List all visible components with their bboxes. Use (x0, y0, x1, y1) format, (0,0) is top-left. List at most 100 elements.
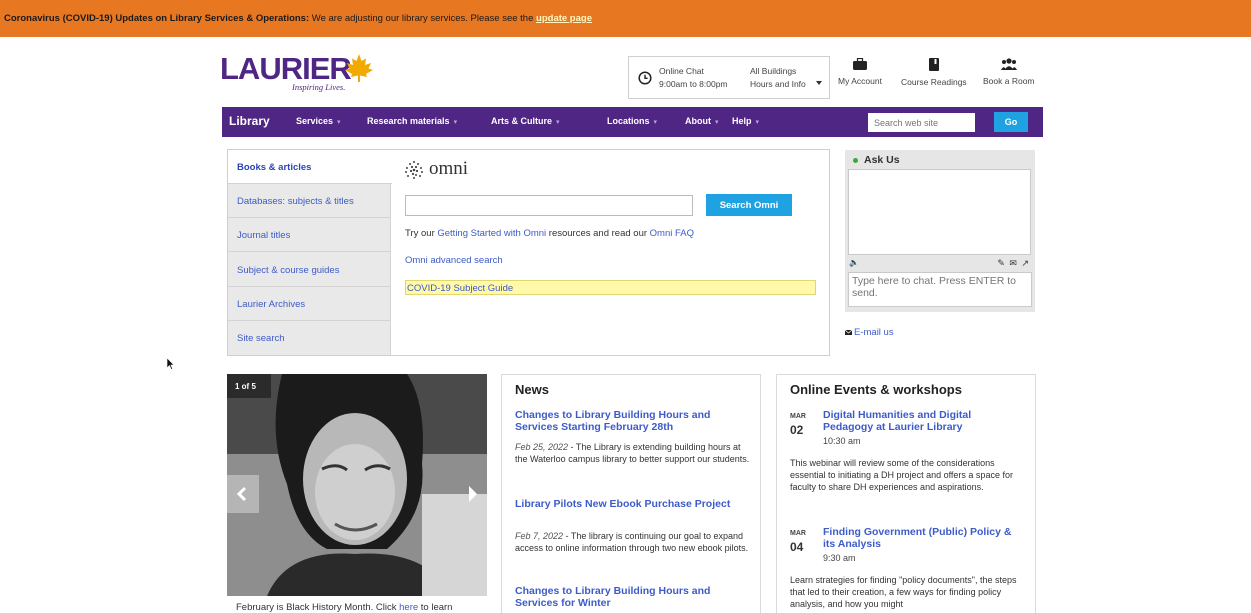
ask-us-title: Ask Us (853, 154, 900, 166)
nav-arts-label: Arts & Culture (491, 116, 553, 126)
online-chat-hours: 9:00am to 8:00pm (659, 79, 728, 89)
chevron-down-icon: ▾ (453, 119, 458, 126)
chevron-right-icon (469, 486, 477, 502)
mouse-cursor-icon (167, 358, 175, 370)
sound-icon[interactable]: 🔈 (849, 258, 859, 267)
news-summary-1: Feb 25, 2022 - The Library is extending … (515, 441, 751, 465)
omni-help-text-1: Try our (405, 228, 438, 239)
nav-research-label: Research materials (367, 116, 450, 126)
carousel-caption: February is Black History Month. Click h… (236, 602, 452, 613)
chevron-down-icon: ▾ (337, 119, 341, 126)
main-nav: Library Services ▾ Research materials ▾ Ar… (222, 107, 1043, 137)
news-headline-1[interactable]: Changes to Library Building Hours and Se… (515, 409, 751, 433)
nav-help[interactable]: Help ▾ (732, 116, 759, 126)
alert-update-link[interactable]: update page (536, 13, 592, 24)
laurier-logo[interactable]: LAURIER Inspiring Lives. (220, 53, 380, 95)
nav-library-home[interactable]: Library (229, 114, 270, 128)
search-panel: Books & articles Databases: subjects & t… (227, 149, 830, 356)
news-headline-2[interactable]: Library Pilots New Ebook Purchase Projec… (515, 498, 751, 510)
carousel-pager[interactable]: 1 of 5 (227, 374, 271, 398)
nav-locations[interactable]: Locations ▾ (607, 116, 657, 126)
news-headline-3[interactable]: Changes to Library Building Hours and Se… (515, 585, 751, 609)
briefcase-icon (852, 58, 867, 70)
maple-leaf-icon (345, 54, 373, 82)
nav-help-label: Help (732, 116, 752, 126)
covid-alert-bar: Coronavirus (COVID-19) Updates on Librar… (0, 0, 1251, 37)
tab-books-articles[interactable]: Books & articles (228, 150, 392, 184)
chevron-down-icon: ▾ (715, 119, 719, 126)
tab-subject-guides[interactable]: Subject & course guides (228, 253, 391, 287)
chevron-down-icon: ▾ (653, 119, 658, 126)
buildings-hours-link[interactable]: Hours and Info (750, 79, 806, 89)
event-desc-1: This webinar will review some of the con… (790, 458, 1013, 492)
site-search-go-button[interactable]: Go (994, 112, 1028, 132)
event-month-1: MAR (790, 413, 806, 420)
event-desc-2: Learn strategies for finding "policy doc… (790, 575, 1017, 609)
omni-faq-link[interactable]: Omni FAQ (650, 228, 694, 239)
alert-heading: Coronavirus (COVID-19) Updates on Librar… (4, 13, 310, 24)
omni-dots-icon (405, 161, 423, 179)
nav-services-label: Services (296, 116, 334, 126)
my-account-label: My Account (838, 76, 882, 86)
news-summary-2: Feb 7, 2022 - The library is continuing … (515, 530, 751, 554)
online-chat-label[interactable]: Online Chat (659, 66, 704, 76)
chat-message-input[interactable] (848, 272, 1032, 307)
carousel-next-button[interactable] (459, 475, 487, 513)
buildings-label[interactable]: All Buildings (750, 66, 796, 76)
nav-about[interactable]: About ▾ (685, 116, 719, 126)
course-readings-link[interactable]: Course Readings (901, 58, 967, 87)
carousel-prev-button[interactable] (227, 475, 259, 513)
omni-wordmark: omni (429, 158, 469, 179)
omni-help-text-2: resources and read our (546, 228, 650, 239)
event-time-2: 9:30 am (823, 553, 856, 563)
book-a-room-label: Book a Room (983, 76, 1035, 86)
tab-databases[interactable]: Databases: subjects & titles (228, 184, 391, 218)
tab-laurier-archives[interactable]: Laurier Archives (228, 287, 391, 321)
tab-journal-titles[interactable]: Journal titles (228, 218, 391, 252)
caption-text-2: to learn (418, 602, 453, 613)
caption-text-1: February is Black History Month. Click (236, 602, 400, 613)
logo-wordmark: LAURIER (220, 51, 352, 86)
events-box: Online Events & workshops MAR 02 Digital… (776, 374, 1036, 613)
tab-site-search[interactable]: Site search (228, 321, 391, 355)
search-omni-button[interactable]: Search Omni (706, 194, 792, 216)
omni-logo: omni (404, 159, 484, 181)
events-title: Online Events & workshops (790, 382, 962, 397)
nav-services[interactable]: Services ▾ (296, 116, 341, 126)
news-box: News Changes to Library Building Hours a… (501, 374, 761, 613)
covid-subject-guide-link[interactable]: COVID-19 Subject Guide (405, 280, 816, 295)
event-day-1: 02 (790, 423, 804, 437)
logo-tagline: Inspiring Lives. (292, 82, 346, 92)
featured-carousel[interactable]: 1 of 5 (227, 374, 487, 596)
chevron-left-icon (236, 486, 247, 502)
chevron-down-icon: ▾ (755, 119, 760, 126)
course-readings-label: Course Readings (901, 77, 967, 87)
chevron-down-icon: ▾ (556, 119, 560, 126)
hours-widget[interactable]: Online Chat 9:00am to 8:00pm All Buildin… (628, 56, 830, 99)
group-icon (1000, 58, 1017, 70)
book-a-room-link[interactable]: Book a Room (983, 58, 1035, 86)
chat-toolbar: 🔈 ✎ ✉ ↗ (849, 258, 1032, 270)
alert-text: We are adjusting our library services. P… (309, 13, 537, 24)
chat-tools-icons[interactable]: ✎ ✉ ↗ (997, 258, 1030, 269)
chat-log[interactable] (848, 169, 1031, 255)
caption-here-link[interactable]: here (399, 602, 418, 613)
site-search-input[interactable] (868, 113, 975, 132)
event-month-2: MAR (790, 530, 806, 537)
event-day-2: 04 (790, 540, 804, 554)
online-status-dot-icon (853, 157, 858, 163)
event-title-2[interactable]: Finding Government (Public) Policy & its… (823, 526, 1023, 550)
event-title-1[interactable]: Digital Humanities and Digital Pedagogy … (823, 409, 1023, 433)
event-time-1: 10:30 am (823, 436, 861, 446)
nav-about-label: About (685, 116, 711, 126)
my-account-link[interactable]: My Account (838, 58, 882, 86)
nav-research-materials[interactable]: Research materials ▾ (367, 116, 457, 126)
nav-arts-culture[interactable]: Arts & Culture ▾ (491, 116, 560, 126)
envelope-icon (844, 329, 853, 335)
getting-started-link[interactable]: Getting Started with Omni (437, 228, 546, 239)
chevron-down-icon[interactable] (816, 81, 822, 85)
clock-icon (638, 71, 652, 85)
email-us-link[interactable]: E-mail us (844, 327, 894, 338)
omni-search-input[interactable] (405, 195, 693, 216)
omni-advanced-search-link[interactable]: Omni advanced search (405, 255, 503, 266)
